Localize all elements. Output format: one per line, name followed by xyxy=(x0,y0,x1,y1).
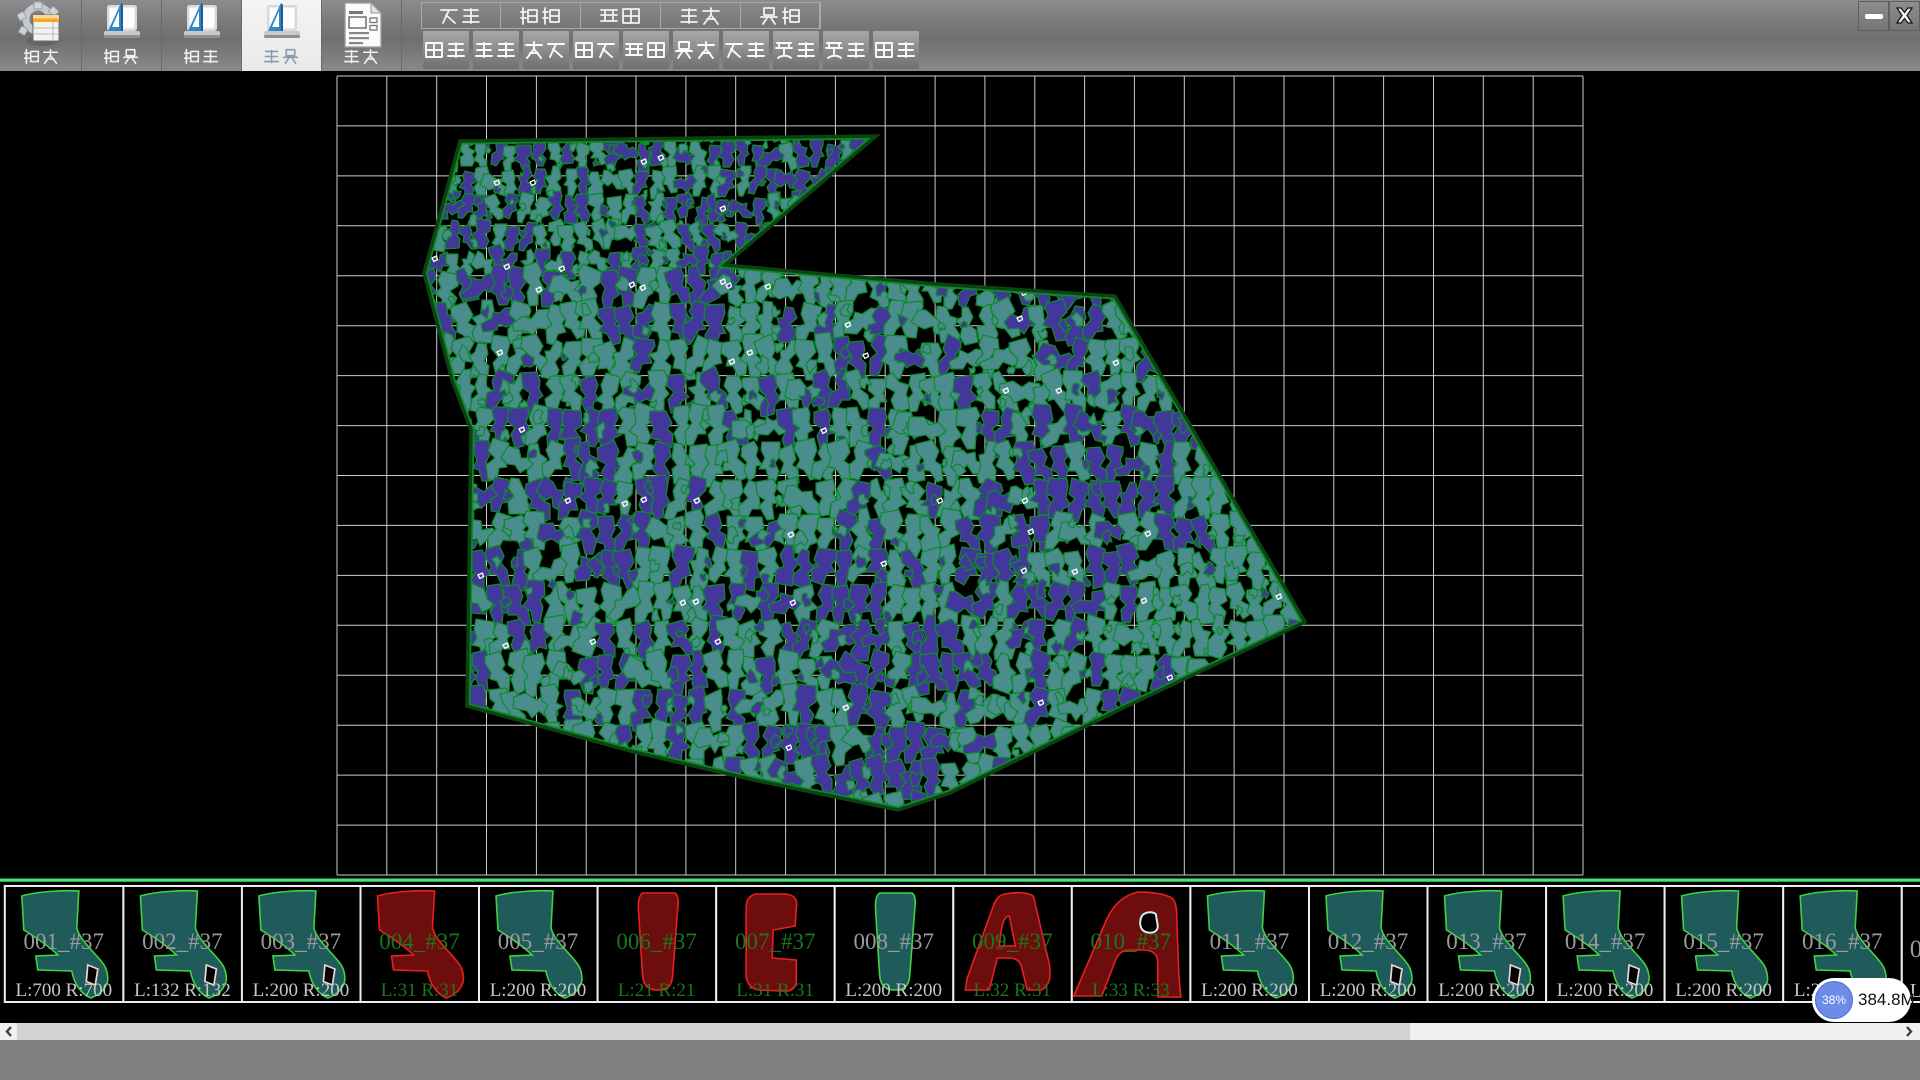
svg-text:011_#37: 011_#37 xyxy=(1210,929,1290,954)
svg-text:L:200 R:200: L:200 R:200 xyxy=(1320,980,1417,1001)
svg-text:L:200 R:200: L:200 R:200 xyxy=(1675,980,1772,1001)
svg-text:015_#37: 015_#37 xyxy=(1683,929,1764,954)
svg-text:L:200 R:200: L:200 R:200 xyxy=(490,980,587,1001)
svg-text:013_#37: 013_#37 xyxy=(1446,929,1527,954)
svg-text:L:132 R:132: L:132 R:132 xyxy=(134,980,231,1001)
svg-text:0: 0 xyxy=(1910,936,1920,963)
svg-text:L:200 R:200: L:200 R:200 xyxy=(1201,980,1298,1001)
svg-text:L:700 R:700: L:700 R:700 xyxy=(16,980,113,1001)
svg-text:L:200 R:200: L:200 R:200 xyxy=(253,980,350,1001)
svg-text:004_#37: 004_#37 xyxy=(379,929,460,954)
svg-text:L:200 R:200: L:200 R:200 xyxy=(845,980,942,1001)
svg-text:009_#37: 009_#37 xyxy=(972,929,1053,954)
svg-text:016_#37: 016_#37 xyxy=(1802,929,1883,954)
svg-text:002_#37: 002_#37 xyxy=(142,929,223,954)
svg-text:006_#37: 006_#37 xyxy=(616,929,697,954)
svg-text:001_#37: 001_#37 xyxy=(24,929,105,954)
svg-text:L:31 R:31: L:31 R:31 xyxy=(736,980,814,1001)
svg-text:L:200 R:200: L:200 R:200 xyxy=(1557,980,1654,1001)
svg-text:L:31 R:31: L:31 R:31 xyxy=(381,980,459,1001)
svg-text:005_#37: 005_#37 xyxy=(498,929,579,954)
svg-text:L:200 R:200: L:200 R:200 xyxy=(1438,980,1535,1001)
svg-text:012_#37: 012_#37 xyxy=(1328,929,1409,954)
svg-text:003_#37: 003_#37 xyxy=(261,929,342,954)
svg-text:014_#37: 014_#37 xyxy=(1565,929,1646,954)
svg-text:010_#37: 010_#37 xyxy=(1091,929,1172,954)
svg-text:008_#37: 008_#37 xyxy=(853,929,934,954)
svg-text:L:33 R:33: L:33 R:33 xyxy=(1092,980,1170,1001)
svg-text:L:21 R:21: L:21 R:21 xyxy=(618,980,696,1001)
svg-text:007_#37: 007_#37 xyxy=(735,929,816,954)
svg-text:L:32 R:31: L:32 R:31 xyxy=(974,980,1052,1001)
